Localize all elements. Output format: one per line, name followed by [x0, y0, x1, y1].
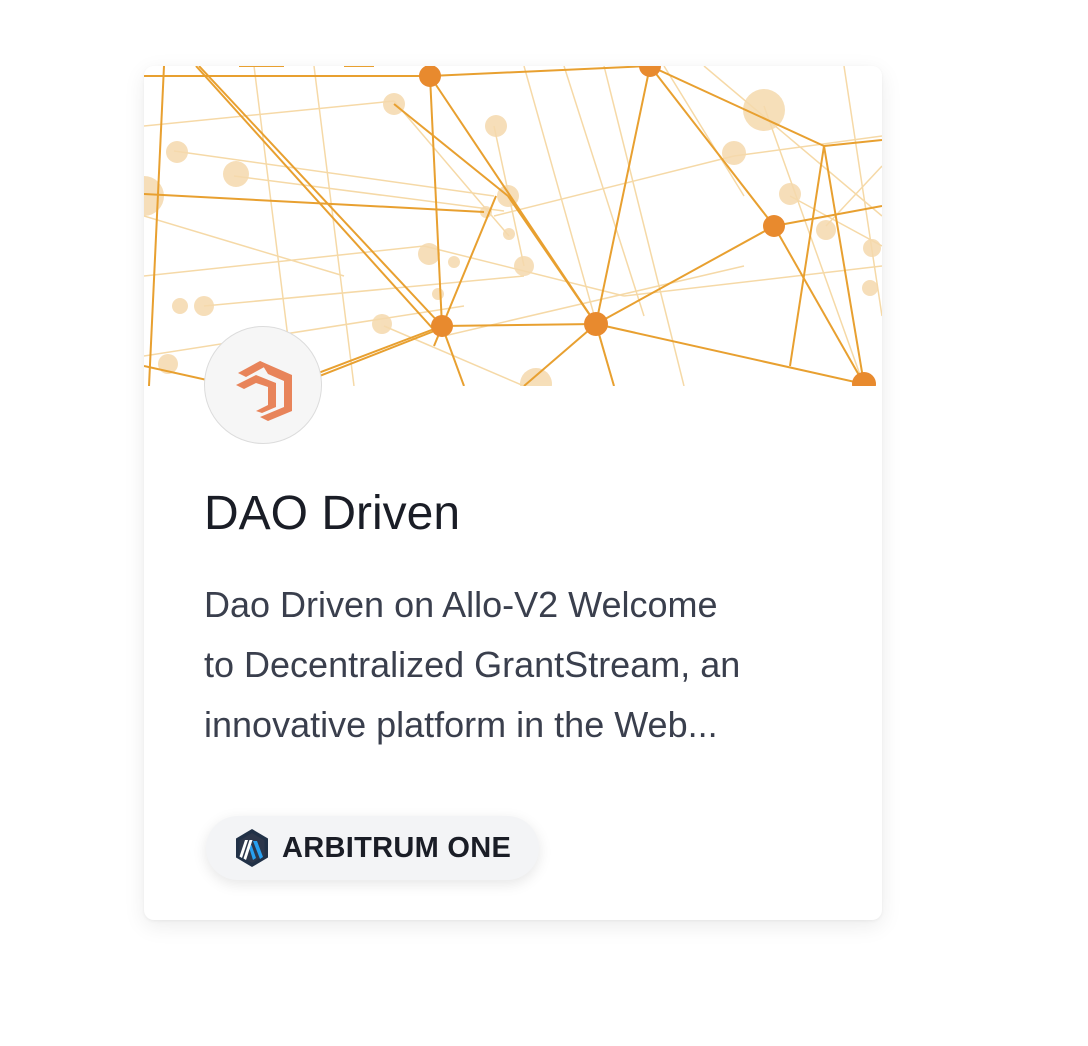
- project-card[interactable]: DAO Driven Dao Driven on Allo-V2 Welcome…: [144, 66, 882, 920]
- description-line: Dao Driven on Allo-V2 Welcome: [204, 584, 718, 625]
- dao-driven-logo-icon: [236, 361, 292, 421]
- description-line: innovative platform in the Web...: [204, 704, 718, 745]
- chain-badge: ARBITRUM ONE: [206, 816, 540, 880]
- arbitrum-icon: [236, 829, 268, 867]
- project-title: DAO Driven: [204, 487, 461, 540]
- chain-label: ARBITRUM ONE: [282, 831, 512, 864]
- project-description: Dao Driven on Allo-V2 Welcome to Decentr…: [204, 575, 844, 755]
- description-line: to Decentralized GrantStream, an: [204, 644, 741, 685]
- project-logo-avatar: [204, 326, 322, 444]
